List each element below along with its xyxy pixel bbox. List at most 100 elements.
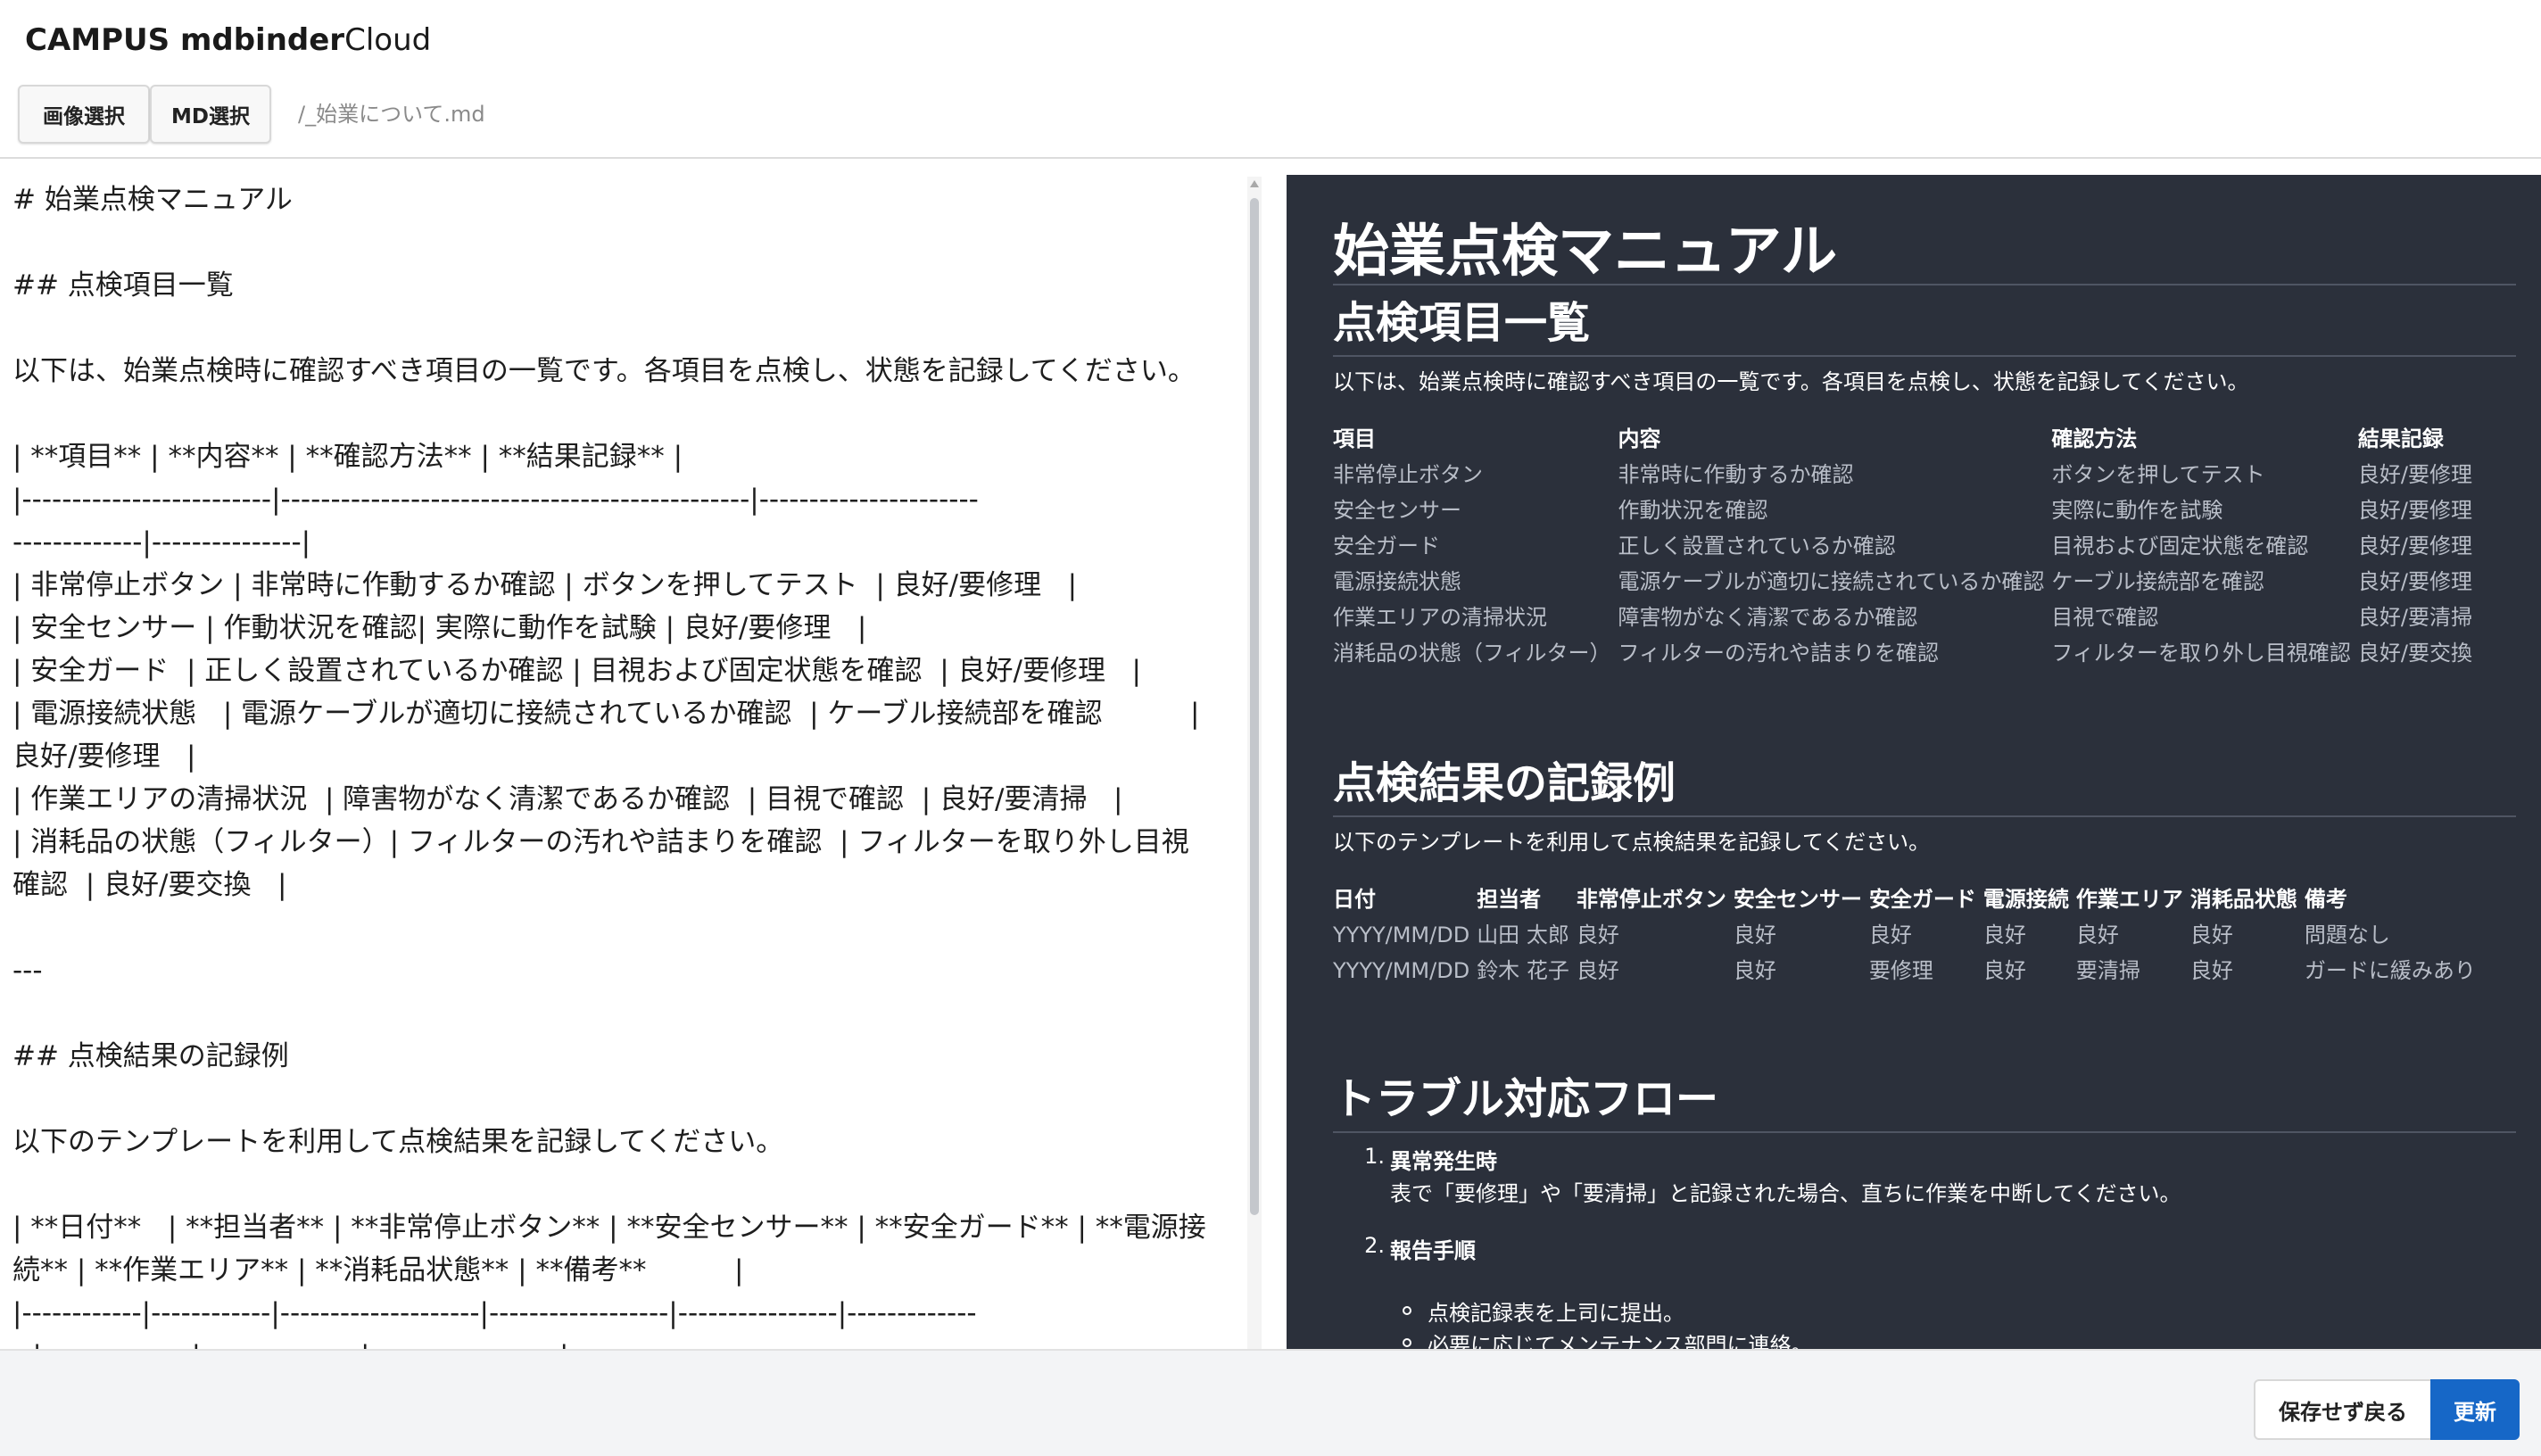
table-cell: 山田 太郎 <box>1477 922 1569 947</box>
step-number: 1. <box>1364 1144 1385 1169</box>
table-row: 安全センサー 作動状況を確認 実際に動作を試験 良好/要修理 <box>1333 492 2479 528</box>
editor-line: | 電源接続状態 | 電源ケーブルが適切に接続されているか確認 | ケーブル接続… <box>12 698 1200 730</box>
scroll-up-arrow-icon[interactable] <box>1250 180 1259 187</box>
table-cell: フィルターを取り外し目視確認 <box>2051 641 2351 666</box>
table-cell: 安全センサー <box>1333 498 1461 523</box>
table-cell: 良好 <box>1576 922 1619 947</box>
file-path: /_始業について.md <box>298 102 485 127</box>
table-cell: 良好 <box>1576 958 1619 983</box>
table-row: YYYY/MM/DD 山田 太郎 良好 良好 良好 良好 良好 良好 問題なし <box>1333 917 2483 953</box>
table-cell: 電源ケーブルが適切に接続されているか確認 <box>1618 569 2045 594</box>
table-cell: 良好/要修理 <box>2357 569 2472 594</box>
table-cell: 目視および固定状態を確認 <box>2051 534 2309 558</box>
table-cell: 障害物がなく清潔であるか確認 <box>1618 605 1918 630</box>
editor-textarea[interactable]: # 始業点検マニュアル ## 点検項目一覧 以下は、始業点検時に確認すべき項目の一覧… <box>12 178 1244 1349</box>
table-cell: 良好 <box>1982 922 2026 947</box>
editor-line: 続** | **作業エリア** | **消耗品状態** | **備考** | <box>12 1254 744 1286</box>
table-cell: 要修理 <box>1868 958 1933 983</box>
editor-line: --- <box>12 955 43 987</box>
app-name-bold: CAMPUS mdbinder <box>25 22 345 58</box>
section2-desc: 以下のテンプレートを利用して点検結果を記録してください。 <box>1333 830 1931 855</box>
markdown-preview: 始業点検マニュアル 点検項目一覧 以下は、始業点検時に確認すべき項目の一覧です。… <box>1287 175 2541 1349</box>
editor-line: | 安全センサー | 作動状況を確認| 実際に動作を試験 | 良好/要修理 | <box>12 612 867 644</box>
circle-bullet-icon <box>1403 1306 1411 1315</box>
section3-rule <box>1333 1131 2516 1133</box>
table-cell: 目視で確認 <box>2051 605 2159 630</box>
step-number: 2. <box>1364 1233 1385 1258</box>
editor-line: | 作業エリアの清掃状況 | 障害物がなく清潔であるか確認 | 目視で確認 | … <box>12 783 1123 815</box>
table-cell: ボタンを押してテスト <box>2051 462 2265 487</box>
table-cell: 良好/要修理 <box>2357 462 2472 487</box>
table-header-cell: 項目 <box>1333 426 1376 451</box>
table-cell: 消耗品の状態（フィルター） <box>1333 641 1611 666</box>
editor-line: | 安全ガード | 正しく設置されているか確認 | 目視および固定状態を確認 |… <box>12 655 1141 687</box>
table-cell: 良好 <box>1733 922 1776 947</box>
app-header: CAMPUS mdbinderCloud 画像選択 MD選択 /_始業について.… <box>0 0 2541 159</box>
editor-scrollbar[interactable] <box>1247 177 1262 1349</box>
record-example-table: 日付 担当者 非常停止ボタン 安全センサー 安全ガード 電源接続 作業エリア 消耗品状態 備考 … <box>1333 881 2483 989</box>
scroll-thumb[interactable] <box>1250 198 1259 1215</box>
editor-line: 確認 | 良好/要交換 | <box>12 869 287 901</box>
bullet-text: 点検記録表を上司に提出。 <box>1428 1301 1684 1326</box>
table-header-cell: 消耗品状態 <box>2189 887 2297 912</box>
table-cell: フィルターの汚れや詰まりを確認 <box>1618 641 1940 666</box>
table-cell: 非常時に作動するか確認 <box>1618 462 1854 487</box>
table-row: YYYY/MM/DD 鈴木 花子 良好 良好 要修理 良好 要清掃 良好 ガードに緩みあり <box>1333 953 2483 989</box>
table-cell: 鈴木 花子 <box>1477 958 1569 983</box>
inspection-items-table: 項目 内容 確認方法 結果記録 非常停止ボタン 非常時に作動するか確認 ボタンを押してテス… <box>1333 421 2479 671</box>
table-row: 非常停止ボタン 非常時に作動するか確認 ボタンを押してテスト 良好/要修理 <box>1333 457 2479 492</box>
table-header-cell: 内容 <box>1618 426 1661 451</box>
editor-line: ## 点検結果の記録例 <box>12 1040 289 1072</box>
editor-line: ## 点検項目一覧 <box>12 269 234 302</box>
table-cell: ガードに緩みあり <box>2304 958 2476 983</box>
image-select-button[interactable]: 画像選択 <box>18 85 150 144</box>
table-cell: 良好 <box>1982 958 2026 983</box>
step-title: 異常発生時 <box>1390 1149 1497 1174</box>
md-select-button[interactable]: MD選択 <box>150 85 271 144</box>
table-cell: 良好/要交換 <box>2357 641 2472 666</box>
table-header-cell: 担当者 <box>1477 887 1542 912</box>
markdown-editor[interactable]: # 始業点検マニュアル ## 点検項目一覧 以下は、始業点検時に確認すべき項目の一覧… <box>0 177 1247 1349</box>
table-cell: 良好/要修理 <box>2357 498 2472 523</box>
table-cell: 要清掃 <box>2075 958 2140 983</box>
back-without-saving-button[interactable]: 保存せず戻る <box>2254 1379 2432 1440</box>
footer-bar: 保存せず戻る 更新 <box>0 1349 2541 1456</box>
table-header-cell: 作業エリア <box>2075 887 2183 912</box>
table-cell: 作業エリアの清掃状況 <box>1333 605 1547 630</box>
bullet-text: 必要に応じてメンテナンス部門に連絡。 <box>1428 1333 1813 1349</box>
table-header-cell: 電源接続 <box>1982 887 2069 912</box>
editor-line: 良好/要修理 | <box>12 740 196 773</box>
section2-title: 点検結果の記録例 <box>1333 758 1676 808</box>
app-title: CAMPUS mdbinderCloud <box>25 18 431 62</box>
step-title: 報告手順 <box>1390 1238 1476 1263</box>
table-cell: 安全ガード <box>1333 534 1440 558</box>
table-row: 安全ガード 正しく設置されているか確認 目視および固定状態を確認 良好/要修理 <box>1333 528 2479 564</box>
table-header-cell: 備考 <box>2304 887 2347 912</box>
editor-line: | **日付** | **担当者** | **非常停止ボタン** | **安全セ… <box>12 1212 1206 1244</box>
editor-line: 以下は、始業点検時に確認すべき項目の一覧です。各項目を点検し、状態を記録してくだ… <box>12 355 1196 387</box>
table-cell: YYYY/MM/DD <box>1333 958 1470 983</box>
table-header-cell: 非常停止ボタン <box>1576 887 1726 912</box>
pane-divider <box>1262 161 1287 1349</box>
table-cell: 問題なし <box>2304 922 2390 947</box>
app-name-light: Cloud <box>344 22 432 58</box>
table-header-cell: 日付 <box>1333 887 1376 912</box>
table-cell: YYYY/MM/DD <box>1333 922 1470 947</box>
section1-title: 点検項目一覧 <box>1333 298 1591 348</box>
editor-line: |-------------------------|-------------… <box>12 484 979 516</box>
table-cell: 作動状況を確認 <box>1618 498 1768 523</box>
flow-bullet: 必要に応じてメンテナンス部門に連絡。 <box>1403 1328 1813 1349</box>
editor-line: |------------|------------|-------------… <box>12 1297 977 1329</box>
h1-rule <box>1333 284 2516 285</box>
update-button[interactable]: 更新 <box>2430 1379 2520 1440</box>
editor-line: --|---------------|----------------|----… <box>12 1335 1244 1349</box>
table-cell: 正しく設置されているか確認 <box>1618 534 1896 558</box>
table-header-cell: 結果記録 <box>2357 426 2444 451</box>
table-cell: 良好 <box>2075 922 2119 947</box>
table-row: 電源接続状態 電源ケーブルが適切に接続されているか確認 ケーブル接続部を確認 良好/要… <box>1333 564 2479 600</box>
